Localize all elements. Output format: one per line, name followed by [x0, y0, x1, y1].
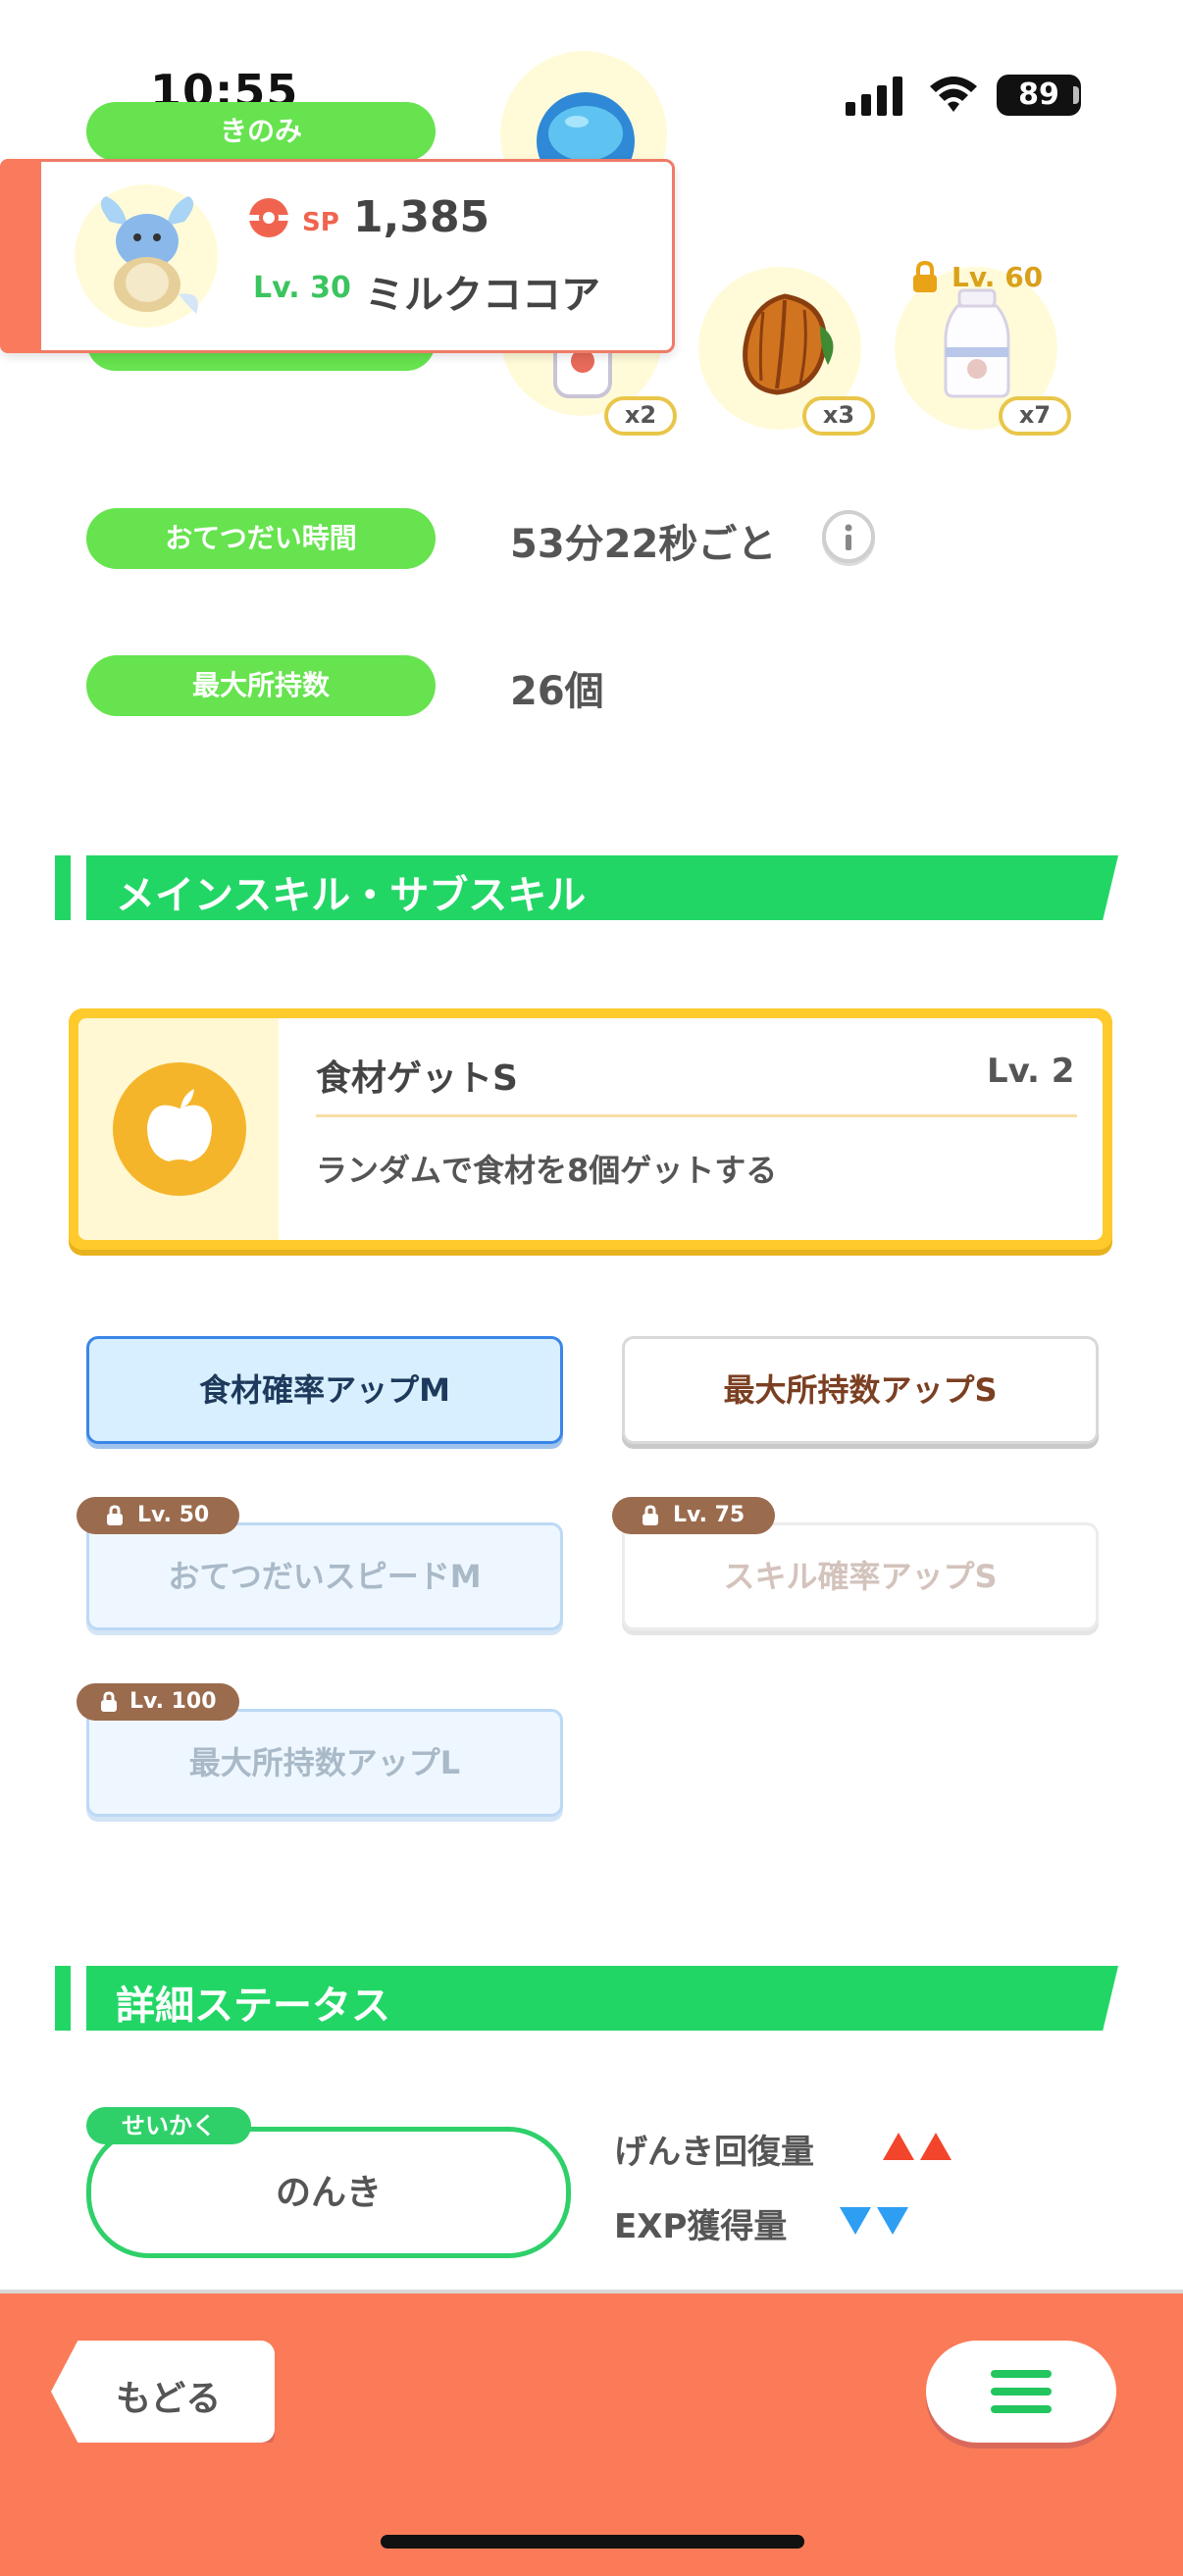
apple-skill-icon — [113, 1062, 246, 1196]
home-indicator — [381, 2535, 804, 2549]
ingredient-qty-1: x2 — [604, 396, 677, 436]
back-button-label: もどる — [116, 2379, 222, 2419]
wifi-icon — [930, 77, 977, 112]
cacao-icon — [743, 293, 834, 395]
lock-icon — [643, 1505, 658, 1525]
help-time-label: おてつだい時間 — [86, 508, 436, 569]
info-icon — [845, 524, 852, 550]
ingredient-lock-level: Lv. 60 — [952, 261, 1044, 293]
skills-section-title: メインスキル・サブスキル — [116, 873, 587, 918]
main-skill-divider — [316, 1114, 1077, 1117]
battery-indicator: 89 — [997, 75, 1081, 116]
card-accent-strip — [0, 159, 41, 353]
cellular-signal-icon — [846, 77, 902, 116]
main-skill-name: 食材ゲットS — [316, 1058, 518, 1099]
detail-section-title: 詳細ステータス — [116, 1984, 390, 2029]
menu-button[interactable] — [926, 2341, 1116, 2443]
sub-skill-2-button[interactable]: 最大所持数アップS — [622, 1336, 1099, 1444]
battery-tip — [1073, 86, 1079, 104]
max-carry-label: 最大所持数 — [86, 655, 436, 716]
main-skill-level: Lv. 2 — [987, 1052, 1075, 1091]
info-button[interactable] — [822, 510, 875, 563]
hamburger-menu-icon — [991, 2370, 1052, 2413]
sub-skill-5-lock-tag: Lv. 100 — [77, 1683, 239, 1721]
milk-bottle-locked-icon — [944, 288, 1010, 398]
detail-header-marker — [55, 1966, 71, 2031]
sub-skill-4-button[interactable]: スキル確率アップS — [622, 1522, 1099, 1630]
main-skill-description: ランダムで食材を8個ゲットする — [316, 1152, 778, 1189]
sp-icon — [249, 198, 288, 237]
sub-skill-4-lock-level: Lv. 75 — [673, 1503, 746, 1527]
back-button[interactable]: もどる — [51, 2341, 275, 2443]
lock-icon — [913, 261, 937, 292]
ingredient-qty-3: x7 — [999, 396, 1071, 436]
pokemon-name: ミルクココア — [365, 273, 600, 318]
max-carry-value: 26個 — [510, 669, 604, 714]
lock-icon — [101, 1691, 117, 1712]
sub-skill-3-lock-level: Lv. 50 — [137, 1503, 210, 1527]
nature-value: のんき — [275, 2173, 382, 2213]
nature-up-label: げんき回復量 — [614, 2133, 814, 2172]
sub-skill-4-lock-tag: Lv. 75 — [612, 1497, 775, 1534]
sub-skill-1-button[interactable]: 食材確率アップM — [86, 1336, 563, 1444]
ingredient-qty-2: x3 — [802, 396, 875, 436]
lock-icon — [107, 1505, 123, 1525]
nature-tag: せいかく — [86, 2107, 251, 2144]
pokemon-level: Lv. 30 — [253, 271, 351, 305]
sub-skill-3-button[interactable]: おてつだいスピードM — [86, 1522, 563, 1630]
help-time-value: 53分22秒ごと — [510, 522, 777, 567]
nature-down-label: EXP獲得量 — [614, 2207, 788, 2246]
sp-label: SP — [302, 208, 339, 237]
sub-skill-3-lock-tag: Lv. 50 — [77, 1497, 239, 1534]
sub-skill-5-lock-level: Lv. 100 — [129, 1689, 217, 1714]
sp-value: 1,385 — [353, 192, 490, 242]
stat-up-arrows-icon — [883, 2133, 952, 2160]
berry-label: きのみ — [86, 102, 436, 161]
skills-header-marker — [55, 855, 71, 920]
pokemon-avatar — [100, 196, 198, 314]
stat-down-arrows-icon — [840, 2207, 908, 2235]
sub-skill-5-button[interactable]: 最大所持数アップL — [86, 1709, 563, 1817]
